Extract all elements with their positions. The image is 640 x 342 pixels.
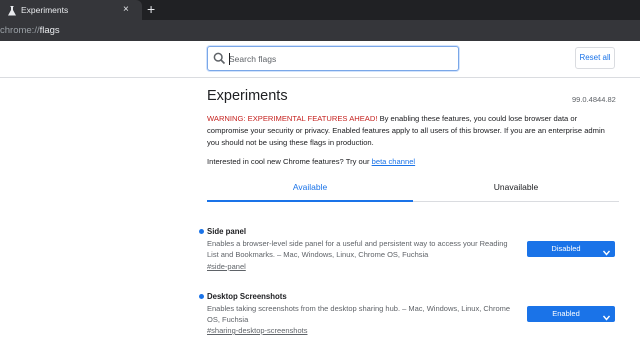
select-value: Enabled xyxy=(552,309,580,318)
beta-channel-link[interactable]: beta channel xyxy=(372,157,416,166)
url-scheme: chrome:// xyxy=(0,25,40,36)
flag-anchor-link[interactable]: #side-panel xyxy=(207,262,246,272)
flag-anchor-link[interactable]: #sharing-desktop-screenshots xyxy=(207,326,307,336)
tab-divider xyxy=(413,201,619,202)
flags-page: Reset all Experiments 99.0.4844.82 WARNI… xyxy=(0,41,640,342)
tab-strip: Experiments × + xyxy=(0,0,640,20)
close-icon[interactable]: × xyxy=(123,3,129,16)
warning-text: WARNING: EXPERIMENTAL FEATURES AHEAD! By… xyxy=(207,113,619,149)
flask-icon xyxy=(6,4,18,16)
header-divider xyxy=(0,77,640,78)
browser-tab[interactable]: Experiments × xyxy=(0,0,142,20)
page-title: Experiments xyxy=(207,88,288,104)
modified-dot xyxy=(199,294,204,299)
tab-available[interactable]: Available xyxy=(207,174,413,200)
warning-heading: WARNING: EXPERIMENTAL FEATURES AHEAD! xyxy=(207,114,378,123)
new-tab-button[interactable]: + xyxy=(147,1,155,18)
reset-all-button[interactable]: Reset all xyxy=(575,47,615,69)
select-value: Disabled xyxy=(551,244,581,253)
address-bar[interactable]: chrome://flags xyxy=(0,20,640,41)
tab-available-indicator xyxy=(207,200,413,202)
beta-note-text: Interested in cool new Chrome features? … xyxy=(207,157,372,166)
search-box[interactable] xyxy=(207,46,459,71)
flag-title: Desktop Screenshots xyxy=(207,292,287,301)
flag-description: Enables taking screenshots from the desk… xyxy=(207,304,511,324)
flag-description: Enables a browser-level side panel for a… xyxy=(207,239,508,259)
search-icon xyxy=(213,52,226,65)
beta-channel-note: Interested in cool new Chrome features? … xyxy=(207,156,415,167)
tab-unavailable[interactable]: Unavailable xyxy=(413,174,619,200)
text-caret xyxy=(229,53,230,65)
chevron-down-icon xyxy=(602,246,611,256)
chevron-down-icon xyxy=(602,311,611,321)
search-input[interactable] xyxy=(229,50,449,67)
url-path: flags xyxy=(39,25,60,36)
flag-state-select[interactable]: Enabled xyxy=(527,306,615,322)
version-label: 99.0.4844.82 xyxy=(572,95,616,104)
url-text[interactable]: chrome://flags xyxy=(0,24,60,37)
tab-title: Experiments xyxy=(21,5,69,15)
flag-state-select[interactable]: Disabled xyxy=(527,241,615,257)
flag-title: Side panel xyxy=(207,227,246,236)
modified-dot xyxy=(199,229,204,234)
